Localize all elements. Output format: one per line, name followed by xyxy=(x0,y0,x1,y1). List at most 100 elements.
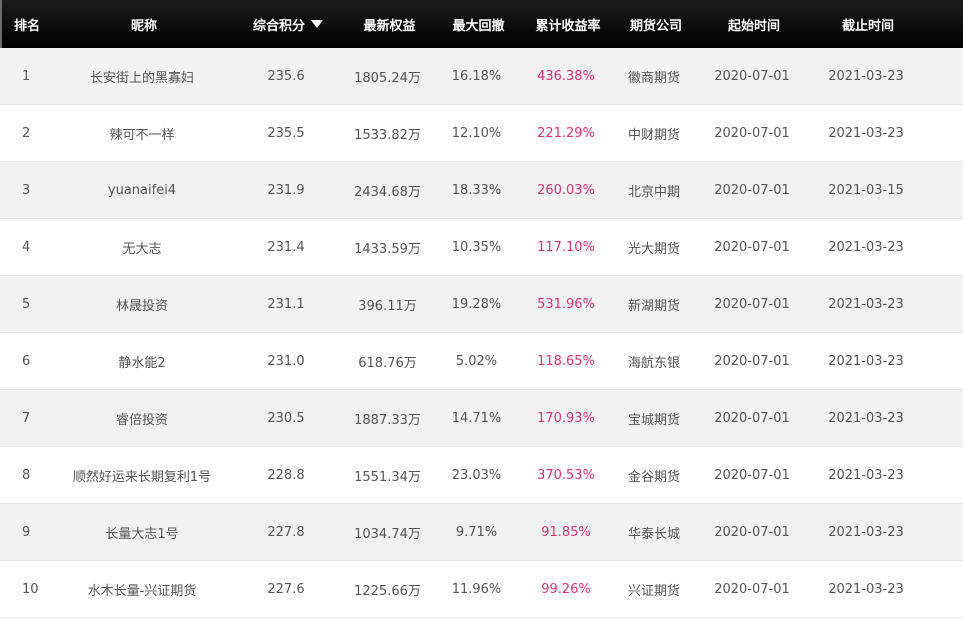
start-date-cell: 2020-07-01 xyxy=(714,68,790,84)
start-date-cell: 2020-07-01 xyxy=(714,467,790,483)
rank-cell: 1 xyxy=(22,68,31,84)
cumulative-return-cell: 91.85% xyxy=(541,524,591,540)
rank-cell: 10 xyxy=(22,581,39,597)
end-date-cell: 2021-03-23 xyxy=(828,125,904,141)
broker-cell: 新湖期货 xyxy=(627,298,680,314)
header-broker[interactable]: 期货公司 xyxy=(616,15,696,34)
equity-cell: 1034.74万 xyxy=(354,526,421,542)
cumulative-return-cell: 221.29% xyxy=(537,125,595,141)
end-date-cell: 2021-03-23 xyxy=(828,524,904,540)
rank-cell: 6 xyxy=(22,353,31,369)
broker-cell: 华泰长城 xyxy=(627,526,680,542)
cumulative-return-cell: 260.03% xyxy=(537,182,595,198)
max-drawdown-cell: 14.71% xyxy=(451,410,502,426)
table-row[interactable]: 7 睿倍投资 230.5 1887.33万 14.71% 170.93% 宝城期… xyxy=(0,390,963,447)
score-cell: 231.0 xyxy=(267,353,305,369)
rank-cell: 5 xyxy=(22,296,31,312)
nickname-cell[interactable]: 辣可不一样 xyxy=(52,124,232,143)
equity-cell: 1433.59万 xyxy=(354,241,421,257)
table-row[interactable]: 2 辣可不一样 235.5 1533.82万 12.10% 221.29% 中财… xyxy=(0,105,963,162)
nickname-cell[interactable]: 长安街上的黑寡妇 xyxy=(52,67,232,86)
nickname-cell[interactable]: 水木长量-兴证期货 xyxy=(52,580,232,599)
max-drawdown-cell: 23.03% xyxy=(451,467,502,483)
rank-cell: 4 xyxy=(22,239,31,255)
max-drawdown-cell: 16.18% xyxy=(451,68,502,84)
table-row[interactable]: 5 林晟投资 231.1 396.11万 19.28% 531.96% 新湖期货… xyxy=(0,276,963,333)
equity-cell: 1533.82万 xyxy=(354,127,421,143)
rank-cell: 9 xyxy=(22,524,31,540)
max-drawdown-cell: 11.96% xyxy=(451,581,502,597)
equity-cell: 618.76万 xyxy=(358,355,417,371)
table-row[interactable]: 10 水木长量-兴证期货 227.6 1225.66万 11.96% 99.26… xyxy=(0,561,963,618)
header-start-date[interactable]: 起始时间 xyxy=(696,15,812,34)
nickname-cell[interactable]: 顺然好运来长期复利1号 xyxy=(52,466,232,485)
broker-cell: 光大期货 xyxy=(627,241,680,257)
end-date-cell: 2021-03-23 xyxy=(828,467,904,483)
header-equity[interactable]: 最新权益 xyxy=(342,15,437,34)
cumulative-return-cell: 117.10% xyxy=(537,239,595,255)
header-score[interactable]: 综合积分 xyxy=(234,15,342,34)
equity-cell: 1551.34万 xyxy=(354,469,421,485)
nickname-cell[interactable]: 林晟投资 xyxy=(52,295,232,314)
nickname-cell[interactable]: 睿倍投资 xyxy=(52,409,232,428)
end-date-cell: 2021-03-23 xyxy=(828,353,904,369)
cumulative-return-cell: 531.96% xyxy=(537,296,595,312)
broker-cell: 中财期货 xyxy=(627,127,680,143)
end-date-cell: 2021-03-23 xyxy=(828,581,904,597)
nickname-cell[interactable]: 静水能2 xyxy=(52,352,232,371)
table-header: 排名 昵称 综合积分 最新权益 最大回撤 累计收益率 期货公司 起始时间 截止时… xyxy=(0,0,963,48)
score-cell: 227.6 xyxy=(267,581,305,597)
score-cell: 228.8 xyxy=(267,467,305,483)
cumulative-return-cell: 118.65% xyxy=(537,353,595,369)
table-row[interactable]: 9 长量大志1号 227.8 1034.74万 9.71% 91.85% 华泰长… xyxy=(0,504,963,561)
broker-cell: 兴证期货 xyxy=(627,583,680,599)
sort-desc-icon[interactable] xyxy=(311,20,323,28)
start-date-cell: 2020-07-01 xyxy=(714,125,790,141)
header-max-drawdown[interactable]: 最大回撤 xyxy=(437,15,520,34)
header-cumulative-return[interactable]: 累计收益率 xyxy=(520,15,616,34)
end-date-cell: 2021-03-23 xyxy=(828,239,904,255)
end-date-cell: 2021-03-15 xyxy=(828,182,904,198)
rank-cell: 2 xyxy=(22,125,31,141)
broker-cell: 徽商期货 xyxy=(627,70,680,86)
equity-cell: 1225.66万 xyxy=(354,583,421,599)
start-date-cell: 2020-07-01 xyxy=(714,353,790,369)
max-drawdown-cell: 18.33% xyxy=(451,182,502,198)
nickname-cell[interactable]: 长量大志1号 xyxy=(52,523,232,542)
broker-cell: 北京中期 xyxy=(627,184,680,200)
table-row[interactable]: 3 yuanaifei4 231.9 2434.68万 18.33% 260.0… xyxy=(0,162,963,219)
max-drawdown-cell: 5.02% xyxy=(455,353,498,369)
table-row[interactable]: 6 静水能2 231.0 618.76万 5.02% 118.65% 海航东银 … xyxy=(0,333,963,390)
max-drawdown-cell: 9.71% xyxy=(455,524,498,540)
header-score-label: 综合积分 xyxy=(252,18,305,34)
start-date-cell: 2020-07-01 xyxy=(714,182,790,198)
score-cell: 231.9 xyxy=(267,182,305,198)
start-date-cell: 2020-07-01 xyxy=(714,524,790,540)
table-row[interactable]: 1 长安街上的黑寡妇 235.6 1805.24万 16.18% 436.38%… xyxy=(0,48,963,105)
broker-cell: 海航东银 xyxy=(627,355,680,371)
ranking-table: 排名 昵称 综合积分 最新权益 最大回撤 累计收益率 期货公司 起始时间 截止时… xyxy=(0,0,963,619)
header-end-date[interactable]: 截止时间 xyxy=(812,15,924,34)
max-drawdown-cell: 19.28% xyxy=(451,296,502,312)
nickname-cell[interactable]: yuanaifei4 xyxy=(52,183,232,198)
cumulative-return-cell: 170.93% xyxy=(537,410,595,426)
rank-cell: 8 xyxy=(22,467,31,483)
equity-cell: 2434.68万 xyxy=(354,184,421,200)
broker-cell: 宝城期货 xyxy=(627,412,680,428)
start-date-cell: 2020-07-01 xyxy=(714,581,790,597)
header-rank[interactable]: 排名 xyxy=(2,15,54,34)
header-nickname[interactable]: 昵称 xyxy=(54,15,234,34)
equity-cell: 1887.33万 xyxy=(354,412,421,428)
table-row[interactable]: 4 无大志 231.4 1433.59万 10.35% 117.10% 光大期货… xyxy=(0,219,963,276)
score-cell: 231.4 xyxy=(267,239,305,255)
max-drawdown-cell: 12.10% xyxy=(451,125,502,141)
equity-cell: 396.11万 xyxy=(358,298,417,314)
rank-cell: 7 xyxy=(22,410,31,426)
score-cell: 235.6 xyxy=(267,68,305,84)
nickname-cell[interactable]: 无大志 xyxy=(52,238,232,257)
end-date-cell: 2021-03-23 xyxy=(828,410,904,426)
score-cell: 230.5 xyxy=(267,410,305,426)
table-row[interactable]: 8 顺然好运来长期复利1号 228.8 1551.34万 23.03% 370.… xyxy=(0,447,963,504)
score-cell: 231.1 xyxy=(267,296,305,312)
end-date-cell: 2021-03-23 xyxy=(828,68,904,84)
